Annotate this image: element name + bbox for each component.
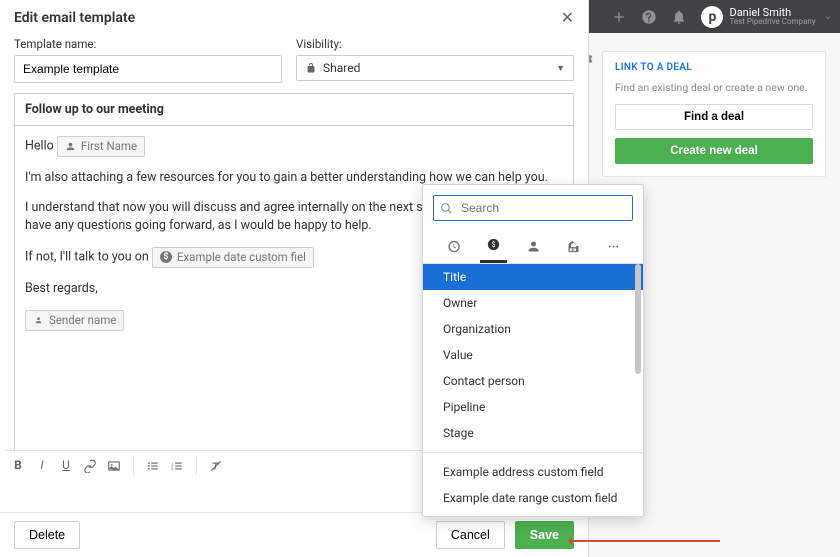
cancel-button[interactable]: Cancel [436,521,505,549]
tab-org[interactable] [560,231,587,263]
tab-person[interactable] [520,231,547,263]
unlock-icon [305,62,317,74]
chip-label: First Name [81,138,137,155]
body-p3a: If not, I'll talk to you on [25,250,149,265]
annotation-arrow [570,540,720,542]
help-icon[interactable] [641,9,657,25]
tab-recent[interactable] [440,231,467,263]
fields-search-input[interactable] [459,200,626,216]
svg-text:$: $ [491,241,495,249]
bold-button[interactable]: B [11,459,25,473]
field-item-stage[interactable]: Stage [423,420,643,446]
chevron-down-icon: ⌄ [824,11,832,22]
modal-footer: Delete Cancel Save [0,512,588,557]
delete-button[interactable]: Delete [14,521,80,549]
link-button[interactable] [83,459,97,473]
field-item-custom-address[interactable]: Example address custom field [423,459,643,485]
deal-card-sub: Find an existing deal or create a new on… [615,81,813,94]
chip-first-name[interactable]: First Name [57,136,145,157]
form-row: Template name: Visibility: Shared ▼ [0,37,588,93]
field-item-organization[interactable]: Organization [423,316,643,342]
fields-search[interactable] [433,195,633,221]
template-name-col: Template name: [14,37,282,83]
field-item-custom-date[interactable]: Example date custom field [423,511,643,516]
underline-button[interactable]: U [59,459,73,473]
modal-header: Edit email template ✕ [0,0,588,37]
separator [196,457,197,475]
fields-list[interactable]: Title Owner Organization Value Contact p… [423,264,643,516]
visibility-select[interactable]: Shared ▼ [296,55,574,81]
deal-card-title: LINK TO A DEAL [615,62,813,73]
scrollbar[interactable] [635,264,641,374]
chevron-down-icon: ▼ [556,63,565,74]
chip-sender-name[interactable]: Sender name [25,310,124,331]
deal-card: LINK TO A DEAL Find an existing deal or … [602,51,826,177]
tab-more[interactable] [600,231,627,263]
separator [133,457,134,475]
search-icon [440,202,453,215]
clear-format-button[interactable] [209,459,223,473]
close-icon[interactable]: ✕ [561,8,574,27]
bullet-list-button[interactable] [146,459,160,473]
bell-icon[interactable] [671,9,687,25]
find-deal-button[interactable]: Find a deal [615,104,813,130]
field-item-value[interactable]: Value [423,342,643,368]
chip-label: Sender name [49,312,116,329]
field-item-custom-daterange[interactable]: Example date range custom field [423,485,643,511]
body-hello: Hello [25,139,54,154]
number-list-button[interactable]: 123 [170,459,184,473]
chip-label: Example date custom fiel [177,249,306,266]
visibility-value: Shared [323,61,360,75]
svg-text:3: 3 [171,467,173,471]
add-icon[interactable] [611,9,627,25]
chip-date-field[interactable]: $ Example date custom fiel [152,247,314,268]
italic-button[interactable]: I [35,459,49,473]
field-item-owner[interactable]: Owner [423,290,643,316]
subject-input[interactable]: Follow up to our meeting [14,93,574,125]
user-menu[interactable]: p Daniel Smith Test Pipedrive Company ⌄ [701,6,832,28]
visibility-col: Visibility: Shared ▼ [296,37,574,83]
template-name-label: Template name: [14,37,282,51]
template-name-input[interactable] [14,55,282,83]
divider [423,452,643,453]
create-deal-button[interactable]: Create new deal [615,138,813,164]
field-item-pipeline[interactable]: Pipeline [423,394,643,420]
app-topbar: p Daniel Smith Test Pipedrive Company ⌄ [587,0,840,33]
dollar-icon: $ [160,251,172,263]
person-circle-icon [33,315,44,326]
image-button[interactable] [107,459,121,473]
field-item-title[interactable]: Title [423,264,643,290]
field-item-contact[interactable]: Contact person [423,368,643,394]
modal-title: Edit email template [14,10,135,26]
user-text: Daniel Smith Test Pipedrive Company [729,7,815,27]
avatar: p [701,6,723,28]
visibility-label: Visibility: [296,37,574,51]
person-icon [65,141,76,152]
user-company: Test Pipedrive Company [729,18,815,26]
fields-popover: $ Title Owner Organization Value Contact… [422,184,644,517]
tab-deal[interactable]: $ [480,231,507,263]
fields-tabs: $ [423,229,643,264]
